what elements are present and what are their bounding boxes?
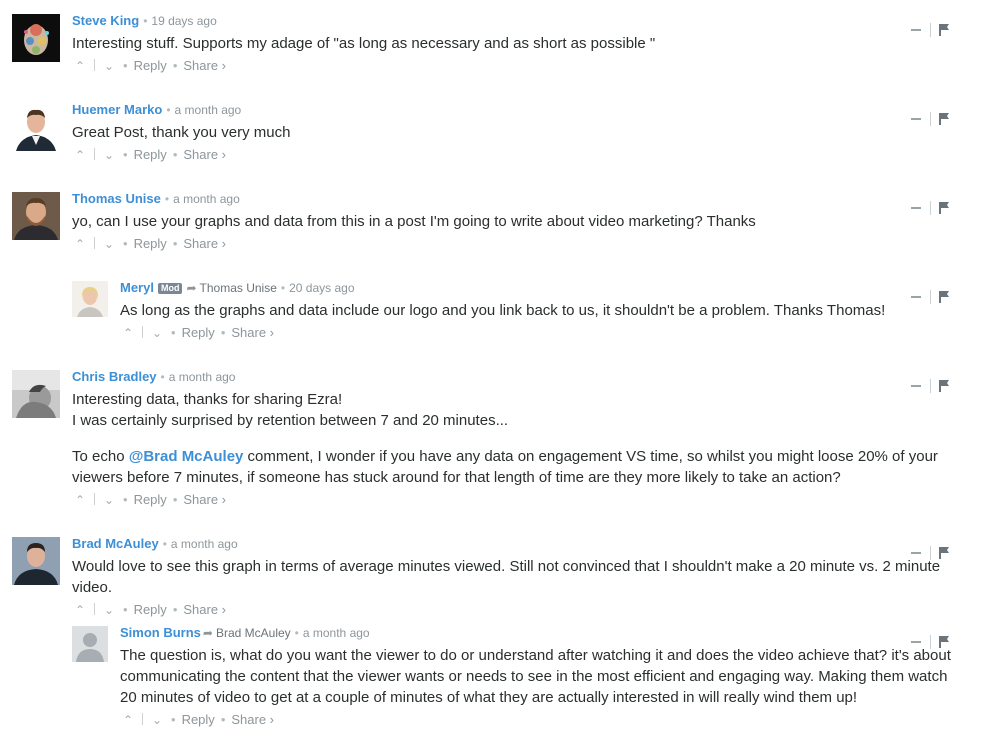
author-name[interactable]: Huemer Marko: [72, 102, 162, 117]
avatar[interactable]: [12, 103, 60, 151]
reply-to-name[interactable]: Brad McAuley: [216, 626, 291, 640]
comment-footer: ⌃ ⌄ • Reply • Share ›: [72, 234, 957, 254]
share-button[interactable]: Share ›: [183, 602, 226, 617]
comment-footer: ⌃ ⌄ • Reply • Share ›: [72, 56, 957, 76]
timestamp[interactable]: 20 days ago: [289, 281, 354, 295]
collapse-icon[interactable]: [911, 207, 921, 209]
author-name[interactable]: Simon Burns: [120, 625, 201, 640]
reply-to-name[interactable]: Thomas Unise: [200, 281, 277, 295]
comment-footer: ⌃ ⌄ • Reply • Share ›: [72, 145, 957, 165]
comment-huemer-marko: Huemer Marko • a month ago Great Post, tha…: [0, 101, 993, 181]
upvote-icon[interactable]: ⌃: [72, 56, 88, 76]
upvote-icon[interactable]: ⌃: [72, 234, 88, 254]
author-name[interactable]: Thomas Unise: [72, 191, 161, 206]
flag-icon[interactable]: [939, 202, 949, 214]
timestamp[interactable]: 19 days ago: [151, 14, 216, 28]
share-button[interactable]: Share ›: [183, 58, 226, 73]
share-button[interactable]: Share ›: [231, 712, 274, 727]
upvote-icon[interactable]: ⌃: [72, 490, 88, 510]
comment-body: Interesting stuff. Supports my adage of …: [72, 35, 656, 52]
flag-icon[interactable]: [939, 24, 949, 36]
upvote-icon[interactable]: ⌃: [120, 710, 136, 730]
comment-body: Would love to see this graph in terms of…: [72, 558, 941, 596]
downvote-icon[interactable]: ⌄: [101, 600, 117, 620]
comment-brad-mcauley: Brad McAuley • a month ago Would love to s…: [0, 535, 993, 617]
upvote-icon[interactable]: ⌃: [72, 600, 88, 620]
author-name[interactable]: Steve King: [72, 13, 139, 28]
reply-button[interactable]: Reply: [134, 236, 167, 251]
flag-icon[interactable]: [939, 291, 949, 303]
share-button[interactable]: Share ›: [183, 147, 226, 162]
comment-footer: ⌃ ⌄ • Reply • Share ›: [72, 600, 957, 620]
collapse-icon[interactable]: [911, 552, 921, 554]
flag-icon[interactable]: [939, 547, 949, 559]
downvote-icon[interactable]: ⌄: [101, 490, 117, 510]
user-mention-link[interactable]: @Brad McAuley: [129, 448, 244, 465]
collapse-icon[interactable]: [911, 385, 921, 387]
flag-icon[interactable]: [939, 380, 949, 392]
flag-icon[interactable]: [939, 636, 949, 648]
comment-chris-bradley: Chris Bradley • a month ago Interesting da…: [0, 368, 993, 518]
comment-footer: ⌃ ⌄ • Reply • Share ›: [120, 710, 957, 730]
avatar[interactable]: [72, 626, 108, 662]
comment-steve-king: Steve King • 19 days ago Interesting stuff…: [0, 12, 993, 92]
collapse-icon[interactable]: [911, 296, 921, 298]
comment-meryl: Meryl Mod ➦ Thomas Unise • 20 days ago As lon…: [0, 279, 993, 359]
downvote-icon[interactable]: ⌄: [101, 56, 117, 76]
comment-body: Great Post, thank you very much: [72, 124, 291, 141]
comment-body: The question is, what do you want the vi…: [120, 647, 951, 706]
comment-footer: ⌃ ⌄ • Reply • Share ›: [120, 323, 957, 343]
upvote-icon[interactable]: ⌃: [120, 323, 136, 343]
reply-button[interactable]: Reply: [182, 325, 215, 340]
reply-button[interactable]: Reply: [134, 492, 167, 507]
collapse-icon[interactable]: [911, 641, 921, 643]
collapse-icon[interactable]: [911, 118, 921, 120]
reply-button[interactable]: Reply: [134, 147, 167, 162]
reply-button[interactable]: Reply: [182, 712, 215, 727]
collapse-icon[interactable]: [911, 29, 921, 31]
comment-body: yo, can I use your graphs and data from …: [72, 213, 756, 230]
upvote-icon[interactable]: ⌃: [72, 145, 88, 165]
reply-button[interactable]: Reply: [134, 602, 167, 617]
downvote-icon[interactable]: ⌄: [101, 234, 117, 254]
reply-button[interactable]: Reply: [134, 58, 167, 73]
timestamp[interactable]: a month ago: [173, 192, 240, 206]
comment-simon-burns: Simon Burns ➦ Brad McAuley • a month ago The…: [0, 624, 993, 737]
author-name[interactable]: Chris Bradley: [72, 369, 157, 384]
avatar[interactable]: [12, 14, 60, 62]
avatar[interactable]: [12, 192, 60, 240]
timestamp[interactable]: a month ago: [303, 626, 370, 640]
timestamp[interactable]: a month ago: [175, 103, 242, 117]
comment-body: Interesting data, thanks for sharing Ezr…: [72, 391, 938, 486]
moderator-badge: Mod: [157, 283, 183, 294]
author-name[interactable]: Brad McAuley: [72, 536, 159, 551]
flag-icon[interactable]: [939, 113, 949, 125]
avatar[interactable]: [12, 537, 60, 585]
comment-body: As long as the graphs and data include o…: [120, 302, 886, 319]
timestamp[interactable]: a month ago: [171, 537, 238, 551]
avatar[interactable]: [12, 370, 60, 418]
downvote-icon[interactable]: ⌄: [149, 710, 165, 730]
avatar[interactable]: [72, 281, 108, 317]
share-button[interactable]: Share ›: [183, 492, 226, 507]
reply-to-icon: ➦: [186, 281, 197, 295]
share-button[interactable]: Share ›: [231, 325, 274, 340]
downvote-icon[interactable]: ⌄: [101, 145, 117, 165]
timestamp[interactable]: a month ago: [169, 370, 236, 384]
reply-to-icon: ➦: [202, 626, 213, 640]
comment-footer: ⌃ ⌄ • Reply • Share ›: [72, 490, 957, 510]
comment-thomas-unise: Thomas Unise • a month ago yo, can I use y…: [0, 190, 993, 270]
downvote-icon[interactable]: ⌄: [149, 323, 165, 343]
share-button[interactable]: Share ›: [183, 236, 226, 251]
author-name[interactable]: Meryl: [120, 280, 154, 295]
